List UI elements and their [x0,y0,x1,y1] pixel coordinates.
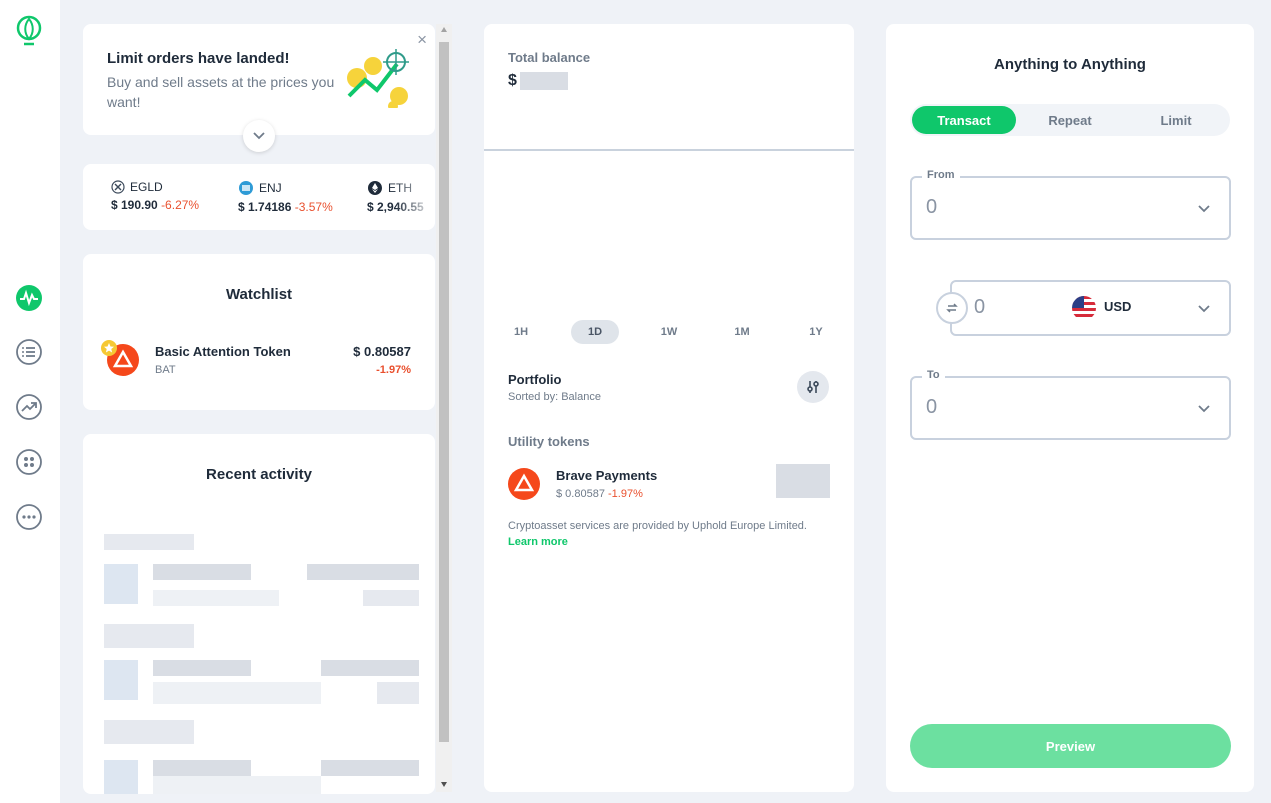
portfolio-asset-name: Brave Payments [556,468,658,483]
sidebar [0,0,60,803]
ticker-symbol: ENJ [259,181,282,195]
bat-icon [508,468,540,500]
limit-orders-banner: Limit orders have landed! Buy and sell a… [83,24,435,152]
portfolio-value-redacted [776,464,830,498]
amount-value: 0 [974,296,986,318]
utility-tokens-header: Utility tokens [508,434,590,449]
ticker-strip: EGLD $ 190.90 -6.27% ENJ $ 1.74186 -3.57… [83,164,435,230]
chevron-down-icon [1198,305,1210,313]
trending-icon[interactable] [14,392,44,422]
scroll-up-icon[interactable] [440,26,448,34]
portfolio-row[interactable]: Brave Payments $ 0.80587 -1.97% [508,464,830,504]
balance-currency: $ [508,72,517,89]
close-icon[interactable]: × [417,30,427,50]
activity-icon[interactable] [14,283,44,313]
to-label: To [922,369,945,381]
filter-button[interactable] [797,371,829,403]
ticker-item[interactable]: ENJ $ 1.74186 -3.57% [238,180,333,214]
swap-button[interactable] [936,292,968,324]
learn-more-link[interactable]: Learn more [508,536,568,548]
watchlist-price: $ 0.80587 [353,344,411,359]
us-flag-icon [1072,296,1096,320]
to-value: 0 [926,396,938,418]
egld-icon [111,180,125,194]
balance-redacted [520,72,568,90]
timeframe-1d[interactable]: 1D [571,320,619,344]
ticker-item[interactable]: EGLD $ 190.90 -6.27% [111,180,199,212]
portfolio-asset-change: -1.97% [608,488,643,500]
recent-activity-card: Recent activity [83,434,435,794]
scrollbar[interactable] [436,24,452,792]
watchlist-card: Watchlist Basic Attention Token BAT $ 0.… [83,254,435,410]
recent-activity-title: Recent activity [206,466,312,483]
ticker-change: -6.27% [161,198,200,212]
watchlist-title: Watchlist [225,286,293,303]
timeframe-1h[interactable]: 1H [497,320,545,344]
watchlist-asset-symbol: BAT [155,364,176,376]
coins-illustration [345,48,415,113]
tab-transact[interactable]: Transact [912,106,1016,134]
amount-field[interactable]: 0 USD [950,280,1231,336]
from-field[interactable]: From 0 [910,169,1231,240]
chevron-down-icon [1198,205,1210,213]
apps-icon[interactable] [14,447,44,477]
watchlist-row[interactable]: Basic Attention Token BAT $ 0.80587 -1.9… [101,338,415,378]
banner-title: Limit orders have landed! [107,50,290,67]
ticker-change: -3.57% [294,200,333,214]
disclaimer-text: Cryptoasset services are provided by Uph… [508,520,807,532]
preview-button[interactable]: Preview [910,724,1231,768]
star-icon [101,340,117,356]
total-balance-label: Total balance [508,50,591,65]
scroll-down-icon[interactable] [440,780,448,788]
balance-card: Total balance $ 1H 1D 1W 1M 1Y Portfolio… [484,24,854,792]
scrollbar-thumb[interactable] [439,42,449,742]
disclaimer: Cryptoasset services are provided by Uph… [508,518,818,550]
tab-limit[interactable]: Limit [1124,106,1228,134]
ticker-price: $ 1.74186 [238,200,292,214]
swap-icon [946,303,958,313]
portfolio-asset-price: $ 0.80587 [556,488,605,500]
chevron-down-icon [1198,405,1210,413]
from-value: 0 [926,196,938,218]
chevron-down-icon[interactable] [243,120,275,152]
trade-mode-tabs: Transact Repeat Limit [910,104,1230,136]
banner-text: Buy and sell assets at the prices you wa… [107,74,335,110]
sliders-icon [807,381,819,393]
more-icon[interactable] [14,502,44,532]
ticker-symbol: EGLD [130,180,163,194]
trade-title: Anything to Anything [994,56,1146,73]
timeframe-1m[interactable]: 1M [718,320,766,344]
logo-icon[interactable] [14,15,44,46]
timeframe-1w[interactable]: 1W [645,320,693,344]
watchlist-asset-name: Basic Attention Token [155,344,291,359]
eth-icon [368,181,382,195]
timeframe-1y[interactable]: 1Y [792,320,840,344]
ticker-price: $ 190.90 [111,198,158,212]
from-label: From [922,169,960,181]
trade-card: Anything to Anything Transact Repeat Lim… [886,24,1254,792]
currency-label: USD [1104,299,1132,314]
enj-icon [239,181,253,195]
to-field[interactable]: To 0 [910,369,1231,440]
list-icon[interactable] [14,337,44,367]
portfolio-title: Portfolio [508,372,562,387]
tab-repeat[interactable]: Repeat [1018,106,1122,134]
watchlist-change: -1.97% [376,364,411,376]
chart-baseline [484,149,854,151]
portfolio-sort: Sorted by: Balance [508,391,601,403]
fade-overlay [395,164,435,230]
